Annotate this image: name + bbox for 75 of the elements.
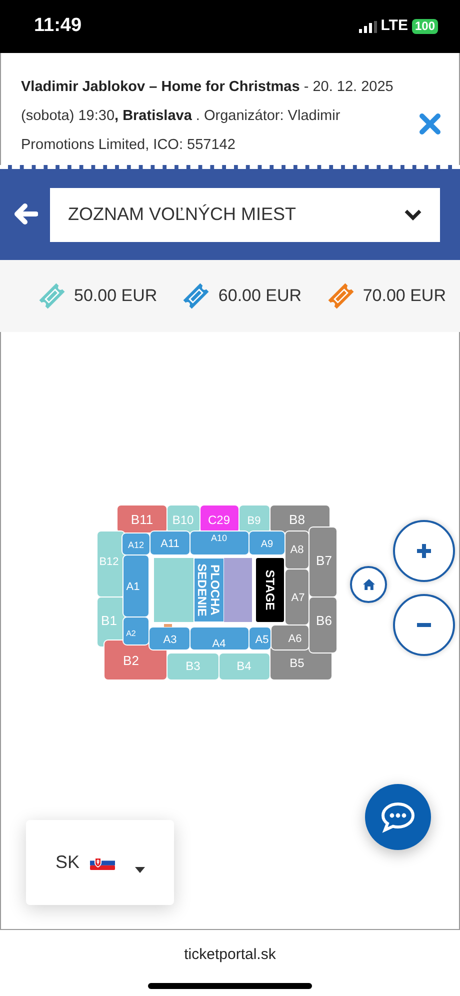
section-label: B6	[316, 613, 332, 628]
section-label: B1	[101, 613, 117, 628]
seat-section[interactable]	[116, 504, 168, 534]
home-button[interactable]	[350, 566, 387, 603]
seat-section[interactable]	[308, 526, 338, 598]
home-icon	[362, 579, 374, 590]
signal-icon	[358, 20, 377, 32]
seat-section[interactable]	[166, 504, 200, 534]
seat-section[interactable]	[166, 652, 220, 680]
section-label: A10	[211, 533, 227, 543]
seat-section[interactable]	[248, 626, 272, 650]
caret-icon	[134, 866, 144, 872]
section-label: B2	[123, 653, 139, 668]
back-button[interactable]	[14, 202, 38, 226]
price-label: 50.00 EUR	[74, 285, 158, 308]
browser-url: ticketportal.sk	[183, 945, 277, 965]
zoom-in-button[interactable]	[393, 520, 455, 582]
seat-section[interactable]	[122, 554, 150, 618]
plus-icon	[416, 543, 432, 559]
section-label: B10	[172, 513, 194, 527]
seat-section[interactable]	[96, 530, 126, 598]
section-label: A6	[288, 633, 302, 645]
area-label: PLOCHA	[208, 564, 222, 616]
seating-area[interactable]	[194, 558, 224, 622]
seat-section[interactable]	[148, 626, 190, 650]
section-label: B8	[289, 512, 305, 527]
section-label: A9	[260, 539, 274, 550]
view-select[interactable]: ZOZNAM VOĽNÝCH MIEST	[50, 188, 440, 242]
section-label: B11	[130, 512, 154, 527]
close-icon	[419, 112, 441, 135]
section-label: B5	[290, 656, 304, 670]
section-label: A1	[126, 581, 140, 593]
section-label: B9	[247, 515, 261, 527]
seat-section[interactable]	[284, 530, 310, 570]
stage-area[interactable]	[256, 558, 284, 622]
seat-section[interactable]	[200, 504, 240, 534]
flag-icon	[90, 856, 114, 870]
seat-section[interactable]	[190, 626, 250, 650]
section-label: A12	[128, 540, 144, 550]
chevron-down-icon	[404, 208, 422, 220]
chat-button[interactable]	[365, 784, 431, 850]
section-label: B4	[236, 659, 252, 673]
language-select[interactable]: SK	[26, 820, 174, 905]
seat-section[interactable]	[238, 504, 270, 534]
section-label: B12	[99, 556, 119, 568]
section-label: A4	[212, 638, 226, 650]
price-label: 60.00 EUR	[218, 285, 302, 308]
section-label: B3	[186, 659, 200, 673]
minus-icon	[416, 622, 432, 628]
section-label: A5	[255, 634, 269, 646]
seat-section[interactable]	[150, 530, 190, 556]
seat-section[interactable]	[218, 652, 270, 680]
area-label: SEDENIE	[195, 564, 209, 616]
section-label: C29	[208, 513, 230, 527]
section-label: B7	[316, 553, 332, 568]
status-time: 11:49	[34, 14, 82, 38]
zoom-out-button[interactable]	[393, 594, 455, 656]
section-label: A2	[126, 629, 136, 638]
seat-section[interactable]	[122, 616, 150, 646]
seat-section[interactable]	[248, 530, 286, 556]
section-label: A7	[291, 592, 305, 604]
chat-bubble-icon	[380, 801, 416, 833]
entrance-marker	[164, 624, 172, 627]
section-label: A8	[290, 544, 304, 556]
seat-section[interactable]	[122, 532, 150, 556]
section-label: A3	[163, 634, 177, 646]
event-description: Vladimir Jablokov – Home for Christmas - 20. 12. 2025 (sobota) 19:30, Bratislava . Organizátor: Vladimir Promotions Limited, ICO: 557142	[21, 78, 394, 155]
stage-label: STAGE	[263, 570, 277, 610]
network-label: LTE	[380, 16, 408, 36]
price-label: 70.00 EUR	[362, 285, 446, 308]
seat-section[interactable]	[190, 530, 250, 556]
section-label: A11	[160, 538, 180, 550]
seat-section[interactable]	[308, 596, 338, 654]
battery-indicator: 100	[412, 19, 438, 34]
seat-section[interactable]	[270, 624, 310, 650]
